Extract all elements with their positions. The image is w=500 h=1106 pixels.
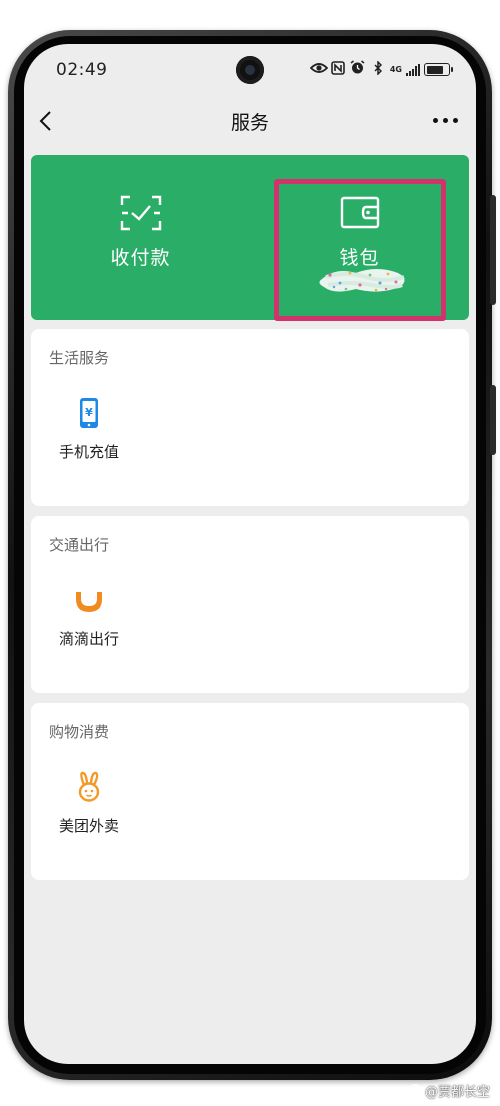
service-phone-recharge[interactable]: ¥ 手机充值: [49, 397, 129, 462]
signal-icon: [406, 63, 420, 76]
section-life-services: 生活服务 ¥ 手机充值: [31, 329, 469, 506]
phone-recharge-icon: ¥: [80, 398, 98, 428]
eye-icon: [309, 62, 329, 78]
section-shopping: 购物消费 美团外卖: [31, 703, 469, 880]
service-label: 美团外卖: [58, 817, 119, 835]
meituan-rabbit-icon: [78, 771, 100, 802]
wallet-highlight-box: [274, 179, 446, 321]
status-icons: 4G: [309, 59, 453, 79]
nav-bar: 服务: [24, 100, 476, 144]
watermark-logo-icon: [408, 1083, 422, 1098]
collect-pay-label: 收付款: [110, 247, 171, 269]
network-type: 4G: [389, 64, 402, 74]
watermark: @贾都长空: [408, 1081, 490, 1100]
didi-icon: [76, 592, 102, 612]
more-icon[interactable]: [433, 118, 458, 123]
status-time: 02:49: [56, 60, 108, 80]
service-label: 手机充值: [58, 443, 119, 461]
section-title: 生活服务: [49, 349, 110, 367]
bluetooth-icon: [370, 59, 386, 79]
section-title: 购物消费: [49, 723, 110, 741]
nfc-icon: [330, 60, 346, 79]
page-title: 服务: [230, 112, 269, 134]
section-title: 交通出行: [49, 536, 110, 554]
power-button: [490, 195, 496, 305]
front-camera: [236, 56, 264, 84]
service-didi[interactable]: 滴滴出行: [49, 584, 129, 649]
phone-screen: 02:49 4G 服务 收付款 钱包 生活服务 ¥ 手机充值 交通出行 滴滴出行…: [24, 44, 476, 1064]
status-bar: 02:49 4G: [24, 44, 476, 96]
service-label: 滴滴出行: [58, 630, 119, 648]
scan-check-icon: [120, 195, 161, 231]
svg-text:¥: ¥: [85, 406, 93, 419]
battery-icon: [424, 63, 453, 76]
service-meituan[interactable]: 美团外卖: [49, 771, 129, 836]
volume-button: [490, 385, 496, 455]
alarm-icon: [350, 60, 366, 79]
section-transportation: 交通出行 滴滴出行: [31, 516, 469, 693]
collect-pay-button[interactable]: 收付款: [31, 155, 250, 320]
watermark-text: @贾都长空: [424, 1085, 490, 1100]
